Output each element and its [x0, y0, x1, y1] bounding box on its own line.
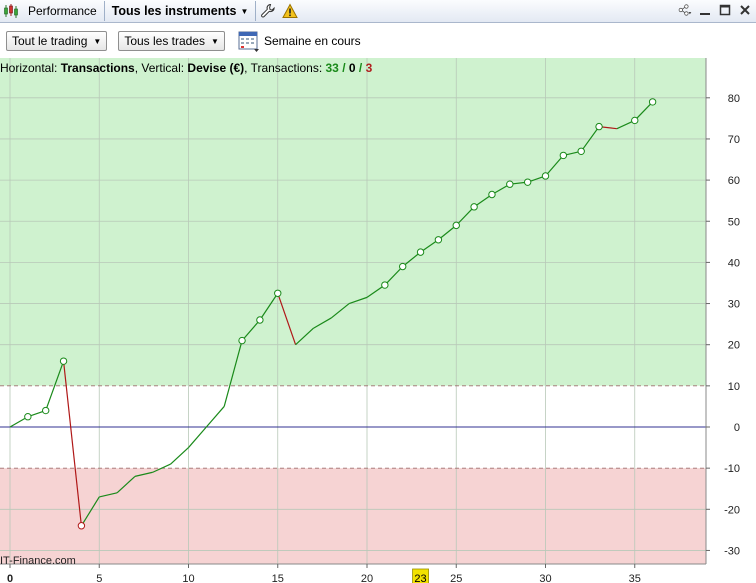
data-point — [648, 98, 657, 106]
y-tick-label: 70 — [728, 134, 740, 146]
x-tick-label: 35 — [629, 573, 641, 583]
data-point — [416, 248, 425, 256]
y-tick-label: 60 — [728, 175, 740, 187]
toolbar-divider — [255, 1, 257, 21]
equity-curve-chart: -30-20-10010203040506070800 5 10 15 20 25 30 35… — [0, 58, 740, 583]
performance-tab[interactable]: Performance — [22, 4, 103, 18]
vertical-value: Devise (€) — [187, 61, 245, 75]
data-point — [506, 180, 514, 188]
warning-icon[interactable] — [279, 0, 301, 22]
losing-count: 3 — [365, 61, 373, 75]
x-tick-label: 0 — [7, 573, 13, 583]
data-point — [42, 406, 50, 415]
x-tick-label: 20 — [361, 573, 373, 583]
wrench-icon[interactable] — [257, 0, 279, 22]
x-tick-label: 30 — [539, 573, 551, 583]
chevron-down-icon: ▼ — [211, 36, 219, 46]
y-tick-label: -30 — [724, 545, 740, 557]
data-point — [541, 172, 550, 180]
x-tick-label: 25 — [450, 573, 462, 583]
y-tick-label: 50 — [728, 216, 740, 228]
transactions-prefix: , Transactions: — [244, 61, 326, 75]
y-tick-label: -10 — [724, 463, 740, 475]
data-point — [381, 281, 389, 289]
calendar-icon[interactable] — [238, 30, 260, 52]
y-tick-label: 80 — [728, 93, 740, 105]
data-point — [523, 178, 532, 186]
x-cursor-label: 23 — [414, 573, 426, 583]
window-controls — [678, 2, 752, 18]
trading-scope-label: Tout le trading — [12, 34, 88, 48]
maximize-icon[interactable] — [718, 2, 732, 18]
x-tick-label: 15 — [272, 573, 284, 583]
close-icon[interactable] — [738, 2, 752, 18]
instruments-dropdown-label: Tous les instruments — [111, 4, 237, 18]
chart-axis-info: Horizontal: Transactions, Vertical: Devi… — [0, 61, 372, 75]
y-tick-label: 20 — [728, 340, 740, 352]
y-tick-label: -20 — [724, 504, 740, 516]
share-icon[interactable] — [678, 2, 692, 18]
data-point — [256, 316, 264, 324]
trades-filter-dropdown[interactable]: Tous les trades ▼ — [118, 31, 225, 51]
neutral-count: 0 — [348, 61, 356, 75]
period-label: Semaine en cours — [263, 34, 361, 48]
count-separator: / — [338, 61, 349, 75]
winning-count: 33 — [325, 61, 339, 75]
vertical-prefix: , Vertical: — [134, 61, 188, 75]
trading-scope-dropdown[interactable]: Tout le trading ▼ — [6, 31, 108, 51]
y-tick-label: 30 — [728, 299, 740, 311]
chevron-down-icon: ▼ — [93, 36, 102, 46]
x-tick-label: 5 — [96, 573, 102, 583]
data-point — [470, 203, 478, 211]
toolbar-divider — [103, 1, 105, 21]
x-tick-label: 10 — [182, 573, 194, 583]
top-toolbar: Performance Tous les instruments ▼ — [0, 0, 756, 23]
data-point — [631, 116, 639, 125]
chevron-down-icon: ▼ — [240, 6, 249, 16]
y-tick-label: 40 — [728, 257, 740, 269]
data-point — [399, 262, 407, 271]
data-point — [59, 357, 68, 365]
data-point — [434, 236, 443, 244]
data-point — [24, 413, 32, 421]
instruments-dropdown[interactable]: Tous les instruments ▼ — [106, 4, 255, 18]
data-point — [77, 522, 86, 530]
data-point — [488, 190, 496, 199]
y-tick-label: 0 — [734, 422, 740, 434]
candlestick-chart-icon[interactable] — [0, 0, 22, 22]
horizontal-prefix: Horizontal: — [0, 61, 61, 75]
data-point — [452, 221, 460, 230]
watermark: IT-Finance.com — [0, 555, 76, 567]
data-point — [559, 151, 568, 160]
count-separator: / — [355, 61, 366, 75]
data-point — [238, 336, 246, 345]
horizontal-value: Transactions — [60, 61, 135, 75]
negative-zone — [0, 468, 706, 564]
data-point — [595, 122, 603, 131]
filter-bar: Tout le trading ▼ Tous les trades ▼ Sema… — [0, 24, 756, 58]
trades-filter-label: Tous les trades — [124, 34, 206, 48]
y-tick-label: 10 — [728, 381, 740, 393]
data-point — [577, 147, 585, 155]
data-point — [274, 289, 282, 297]
minimize-icon[interactable] — [698, 2, 712, 18]
positive-zone — [0, 58, 706, 386]
